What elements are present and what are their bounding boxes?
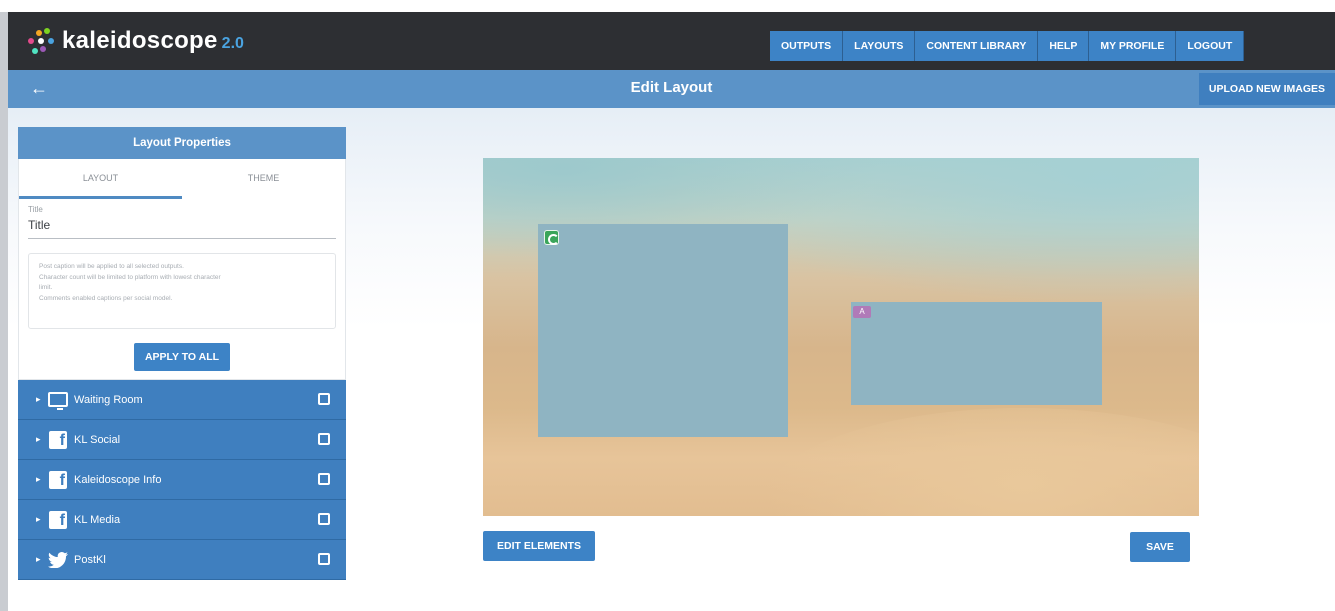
layout-canvas[interactable]: A [483, 158, 1199, 516]
channel-label: Kaleidoscope Info [74, 473, 162, 486]
tab-theme[interactable]: THEME [182, 159, 345, 199]
refresh-icon [544, 230, 559, 245]
channel-checkbox[interactable] [318, 553, 330, 565]
facebook-icon: f [48, 430, 68, 449]
edit-elements-button[interactable]: EDIT ELEMENTS [483, 531, 596, 561]
text-translate-icon: A [853, 306, 871, 318]
nav-outputs[interactable]: OUTPUTS [770, 31, 844, 61]
beach-sand-image [763, 408, 1199, 516]
twitter-icon [48, 551, 68, 569]
facebook-icon: f [48, 510, 68, 529]
title-field-label: Title [28, 205, 43, 214]
channel-label: KL Media [74, 513, 121, 526]
layout-zone-1[interactable] [538, 224, 788, 437]
chevron-right-icon[interactable]: ▸ [36, 434, 48, 445]
channel-kaleidoscope-info[interactable]: ▸ f Kaleidoscope Info [18, 460, 346, 500]
top-strip [0, 0, 1335, 12]
chevron-right-icon[interactable]: ▸ [36, 474, 48, 485]
upload-new-images-button[interactable]: UPLOAD NEW IMAGES [1198, 73, 1335, 105]
title-bar: ← Edit Layout UPLOAD NEW IMAGES [8, 70, 1335, 108]
nav-my-profile[interactable]: MY PROFILE [1089, 31, 1177, 61]
channel-label: PostKl [74, 553, 106, 566]
channel-checkbox[interactable] [318, 433, 330, 445]
apply-wrap: APPLY TO ALL [19, 329, 345, 379]
chevron-right-icon[interactable]: ▸ [36, 514, 48, 525]
title-field: Title [19, 199, 345, 239]
channel-kl-media[interactable]: ▸ f KL Media [18, 500, 346, 540]
channel-kl-social[interactable]: ▸ f KL Social [18, 420, 346, 460]
page-title: Edit Layout [630, 79, 713, 96]
app-header: kaleidoscope 2.0 OUTPUTS LAYOUTS CONTENT… [8, 12, 1335, 70]
panel-heading: Layout Properties [18, 127, 346, 159]
layout-properties-panel: Layout Properties LAYOUT THEME Title Pos… [18, 127, 346, 580]
left-strip [0, 12, 8, 611]
channel-postkl[interactable]: ▸ PostKl [18, 540, 346, 580]
panel-tabs: LAYOUT THEME [19, 159, 345, 199]
panel-body: LAYOUT THEME Title Post caption will be … [18, 159, 346, 380]
caption-notes: Post caption will be applied to all sele… [28, 253, 336, 329]
channel-checkbox[interactable] [318, 473, 330, 485]
channel-label: KL Social [74, 433, 121, 446]
layout-zone-2[interactable]: A [851, 302, 1102, 405]
main-nav: OUTPUTS LAYOUTS CONTENT LIBRARY HELP MY … [770, 31, 1245, 61]
nav-help[interactable]: HELP [1038, 31, 1090, 61]
app-logo[interactable]: kaleidoscope 2.0 [26, 26, 244, 56]
app-name: kaleidoscope [62, 27, 218, 54]
monitor-icon [48, 391, 68, 410]
chevron-right-icon[interactable]: ▸ [36, 394, 48, 405]
note-line: Post caption will be applied to all sele… [39, 263, 184, 270]
nav-layouts[interactable]: LAYOUTS [843, 31, 916, 61]
tab-layout[interactable]: LAYOUT [19, 159, 182, 199]
save-button[interactable]: SAVE [1130, 532, 1190, 562]
title-input[interactable] [28, 214, 336, 239]
channel-waiting-room[interactable]: ▸ Waiting Room [18, 380, 346, 420]
facebook-icon: f [48, 470, 68, 489]
nav-logout[interactable]: LOGOUT [1176, 31, 1245, 61]
note-line: Comments enabled captions per social mod… [39, 294, 173, 302]
note-line: Character count will be limited to platf… [39, 273, 221, 281]
channel-checkbox[interactable] [318, 513, 330, 525]
app-version: 2.0 [221, 35, 244, 52]
kaleidoscope-logo-icon [26, 26, 56, 56]
channel-checkbox[interactable] [318, 393, 330, 405]
apply-to-all-button[interactable]: APPLY TO ALL [133, 343, 231, 371]
chevron-right-icon[interactable]: ▸ [36, 554, 48, 565]
nav-content-library[interactable]: CONTENT LIBRARY [915, 31, 1039, 61]
note-line: limit. [39, 284, 53, 291]
channel-label: Waiting Room [74, 393, 143, 406]
